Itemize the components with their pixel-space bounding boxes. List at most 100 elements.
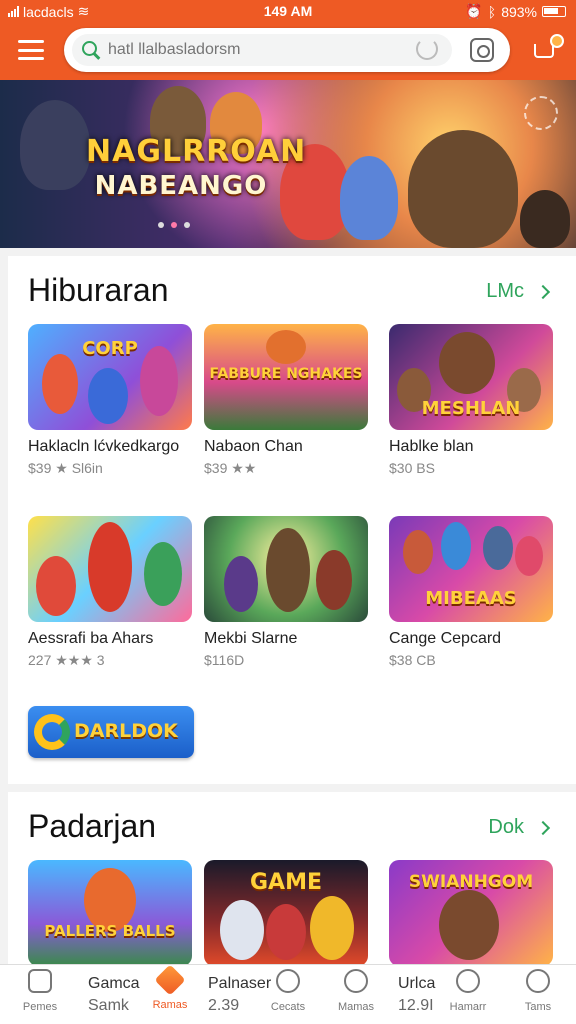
- game-card[interactable]: SWIANHGOM: [389, 860, 553, 964]
- game-meta: $30 BS: [389, 460, 435, 476]
- nav-text-title: Gamca: [88, 975, 140, 992]
- camera-icon[interactable]: [470, 38, 494, 62]
- refresh-icon[interactable]: [416, 38, 438, 60]
- nav-item-hamarr[interactable]: Hamarr: [446, 969, 490, 1013]
- menu-icon[interactable]: [18, 40, 44, 60]
- search-input[interactable]: [108, 34, 438, 66]
- thumb-art-text: FABBURE NGHAKES: [209, 366, 363, 382]
- game-thumbnail: SWIANHGOM: [389, 860, 553, 964]
- thumb-character: [224, 556, 258, 612]
- chevron-right-icon: [535, 284, 551, 299]
- game-thumbnail: MESHLAN: [389, 324, 553, 430]
- rocket-icon: [154, 964, 186, 996]
- nav-label: Pemes: [22, 1001, 58, 1013]
- carousel-dots: [158, 222, 190, 228]
- nav-label: Tams: [524, 1001, 552, 1013]
- hero-character: [520, 190, 570, 248]
- thumb-art-text: MIBEAAS: [425, 588, 517, 609]
- cart-badge: [550, 34, 564, 48]
- nav-item-profile[interactable]: Tams: [516, 969, 560, 1013]
- thumb-character: [483, 526, 513, 570]
- game-meta: $39 ★ Sl6in: [28, 460, 103, 476]
- battery-percent: 893%: [501, 3, 537, 20]
- status-bar: lacdacls ≋ 149 AM ⏰ ᛒ 893%: [0, 0, 576, 24]
- game-thumbnail: PALLERS BALLS: [28, 860, 192, 964]
- see-more-label: LMc: [486, 280, 524, 302]
- game-thumbnail: FABBURE NGHAKES: [204, 324, 368, 430]
- game-card[interactable]: CORP Haklacln lćvkedkargo $39 ★ Sl6in: [28, 324, 192, 477]
- game-title: Aessrafi ba Ahars: [28, 630, 154, 647]
- thumb-art-text: PALLERS BALLS: [44, 922, 176, 940]
- nav-item-mamas[interactable]: Mamas: [334, 969, 378, 1013]
- nav-text-block[interactable]: Gamca Samk: [88, 973, 140, 1017]
- cart-icon: [534, 44, 554, 58]
- game-card[interactable]: MESHLAN Hablke blan $30 BS: [389, 324, 553, 476]
- nav-text-block[interactable]: Urlca 12.9I: [398, 973, 435, 1017]
- cart-button[interactable]: [532, 34, 564, 66]
- face-icon: [456, 969, 480, 993]
- see-more-link[interactable]: LMc: [486, 280, 551, 303]
- profile-icon: [526, 969, 550, 993]
- game-card[interactable]: FABBURE NGHAKES Nabaon Chan $39 ★★: [204, 324, 368, 477]
- game-meta: 227 ★★★ 3: [28, 652, 105, 668]
- chat-icon: [276, 969, 300, 993]
- game-title: Nabaon Chan: [204, 438, 303, 455]
- thumb-character: [42, 354, 78, 414]
- game-title: Haklacln lćvkedkargo: [28, 438, 180, 455]
- bluetooth-icon: ᛒ: [487, 3, 497, 20]
- nav-item-games[interactable]: Ramas: [150, 964, 190, 1011]
- hero-character: [340, 156, 398, 240]
- hero-banner[interactable]: NAGLRROAN NABEANGO: [0, 80, 576, 248]
- see-more-link[interactable]: Dok: [488, 816, 551, 839]
- nav-label: Cecats: [270, 1001, 306, 1013]
- hero-title-line1: NAGLRROAN: [86, 134, 307, 169]
- nav-text-title: Palnaser: [208, 975, 272, 992]
- section-title: Hiburaran: [28, 272, 169, 308]
- thumb-character: [88, 368, 128, 424]
- game-thumbnail: [28, 516, 192, 622]
- promo-logo-icon: [34, 714, 70, 750]
- game-title: Hablke blan: [389, 438, 474, 455]
- alarm-icon: ⏰: [465, 3, 483, 19]
- app-header: lacdacls ≋ 149 AM ⏰ ᛒ 893%: [0, 0, 576, 80]
- nav-item-home[interactable]: Pemes: [20, 969, 60, 1013]
- carousel-dot[interactable]: [171, 222, 177, 228]
- battery-icon: [542, 6, 566, 17]
- thumb-character: [316, 550, 352, 610]
- nav-item-chats[interactable]: Cecats: [266, 969, 310, 1013]
- game-card[interactable]: PALLERS BALLS: [28, 860, 192, 964]
- promo-button[interactable]: DARLDOK: [28, 706, 194, 758]
- section-title: Padarjan: [28, 808, 157, 844]
- game-card[interactable]: GAME: [204, 860, 368, 964]
- nav-text-sub: 2.39: [208, 997, 240, 1014]
- thumb-character: [439, 890, 499, 960]
- nav-label: Ramas: [152, 999, 188, 1011]
- carousel-dot[interactable]: [184, 222, 190, 228]
- see-more-label: Dok: [488, 816, 524, 838]
- thumb-character: [266, 904, 306, 960]
- nav-text-title: Urlca: [398, 975, 436, 992]
- home-icon: [28, 969, 52, 993]
- thumb-art-text: CORP: [82, 338, 138, 359]
- sparkle-icon: [524, 96, 558, 130]
- hero-title-line2: NABEANGO: [94, 171, 268, 201]
- thumb-character: [266, 528, 310, 612]
- search-bar: [64, 28, 510, 72]
- thumb-character: [220, 900, 264, 960]
- game-meta: $39 ★★: [204, 460, 257, 476]
- thumb-art-text: GAME: [249, 870, 322, 895]
- game-title: Cange Cepcard: [389, 630, 502, 647]
- nav-text-block[interactable]: Palnaser 2.39: [208, 973, 271, 1017]
- game-card[interactable]: Mekbi Slarne $116D: [204, 516, 368, 668]
- section-padarjan: Padarjan Dok PALLERS BALLS GAME SWIANHGO…: [8, 792, 576, 964]
- thumb-character: [515, 536, 543, 576]
- thumb-character: [403, 530, 433, 574]
- game-card[interactable]: MIBEAAS Cange Cepcard $38 CB: [389, 516, 553, 668]
- game-thumbnail: [204, 516, 368, 622]
- game-card[interactable]: Aessrafi ba Ahars 227 ★★★ 3: [28, 516, 192, 669]
- thumb-character: [88, 522, 132, 612]
- promo-label: DARLDOK: [74, 720, 178, 742]
- carousel-dot[interactable]: [158, 222, 164, 228]
- chevron-right-icon: [535, 820, 551, 835]
- hero-character: [408, 130, 518, 248]
